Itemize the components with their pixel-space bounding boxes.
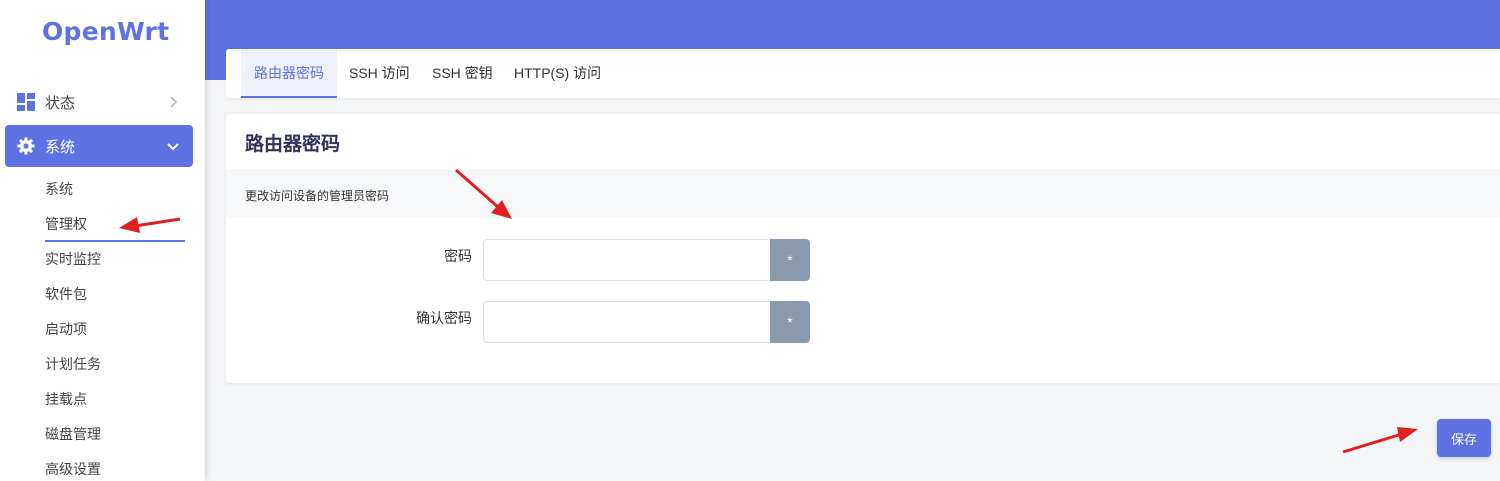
sidebar-subitem-scheduled-tasks[interactable]: 计划任务 — [45, 354, 101, 374]
reveal-password-button[interactable]: * — [770, 239, 810, 281]
router-password-section: 路由器密码 更改访问设备的管理员密码 密码 * 确认密码 * — [226, 114, 1500, 383]
arrow-to-save-button — [1342, 427, 1418, 454]
sidebar-subitem-software[interactable]: 软件包 — [45, 284, 87, 304]
sidebar: OpenWrt 状态 系统 系统 管理权 实时监控 软件包 启动项 计划任务 挂… — [0, 0, 205, 481]
sidebar-item-system[interactable]: 系统 — [5, 125, 193, 167]
sidebar-subitem-disk-management[interactable]: 磁盘管理 — [45, 424, 101, 444]
section-description: 更改访问设备的管理员密码 — [245, 189, 390, 203]
dashboard-icon — [17, 93, 35, 111]
confirm-password-field[interactable] — [483, 301, 772, 343]
tab-router-password[interactable]: 路由器密码 — [241, 49, 337, 98]
tab-ssh-access[interactable]: SSH 访问 — [349, 49, 410, 98]
reveal-confirm-password-button[interactable]: * — [770, 301, 810, 343]
chevron-right-icon — [165, 94, 181, 110]
save-button[interactable]: 保存 — [1437, 419, 1491, 457]
tab-https-access[interactable]: HTTP(S) 访问 — [514, 49, 601, 98]
openwrt-logo: OpenWrt — [42, 17, 170, 46]
sidebar-subitem-advanced-settings[interactable]: 高级设置 — [45, 459, 101, 479]
sidebar-subitem-system[interactable]: 系统 — [45, 179, 73, 199]
sidebar-subitem-mount-points[interactable]: 挂载点 — [45, 389, 87, 409]
description-band: 更改访问设备的管理员密码 — [226, 170, 1500, 218]
section-title: 路由器密码 — [245, 134, 341, 155]
sidebar-subitem-admin[interactable]: 管理权 — [45, 214, 185, 242]
sidebar-subitem-startup[interactable]: 启动项 — [45, 319, 87, 339]
gear-icon — [17, 137, 35, 155]
password-field[interactable] — [483, 239, 772, 281]
confirm-password-label: 确认密码 — [416, 310, 472, 326]
tab-bar: 路由器密码 SSH 访问 SSH 密钥 HTTP(S) 访问 — [226, 49, 1500, 98]
sidebar-item-label: 状态 — [45, 94, 76, 112]
chevron-down-icon — [165, 138, 181, 154]
sidebar-item-status[interactable]: 状态 — [5, 81, 193, 123]
sidebar-subitem-realtime-monitor[interactable]: 实时监控 — [45, 249, 101, 269]
sidebar-item-label: 系统 — [45, 138, 76, 156]
tab-ssh-keys[interactable]: SSH 密钥 — [432, 49, 493, 98]
password-label: 密码 — [444, 248, 472, 264]
